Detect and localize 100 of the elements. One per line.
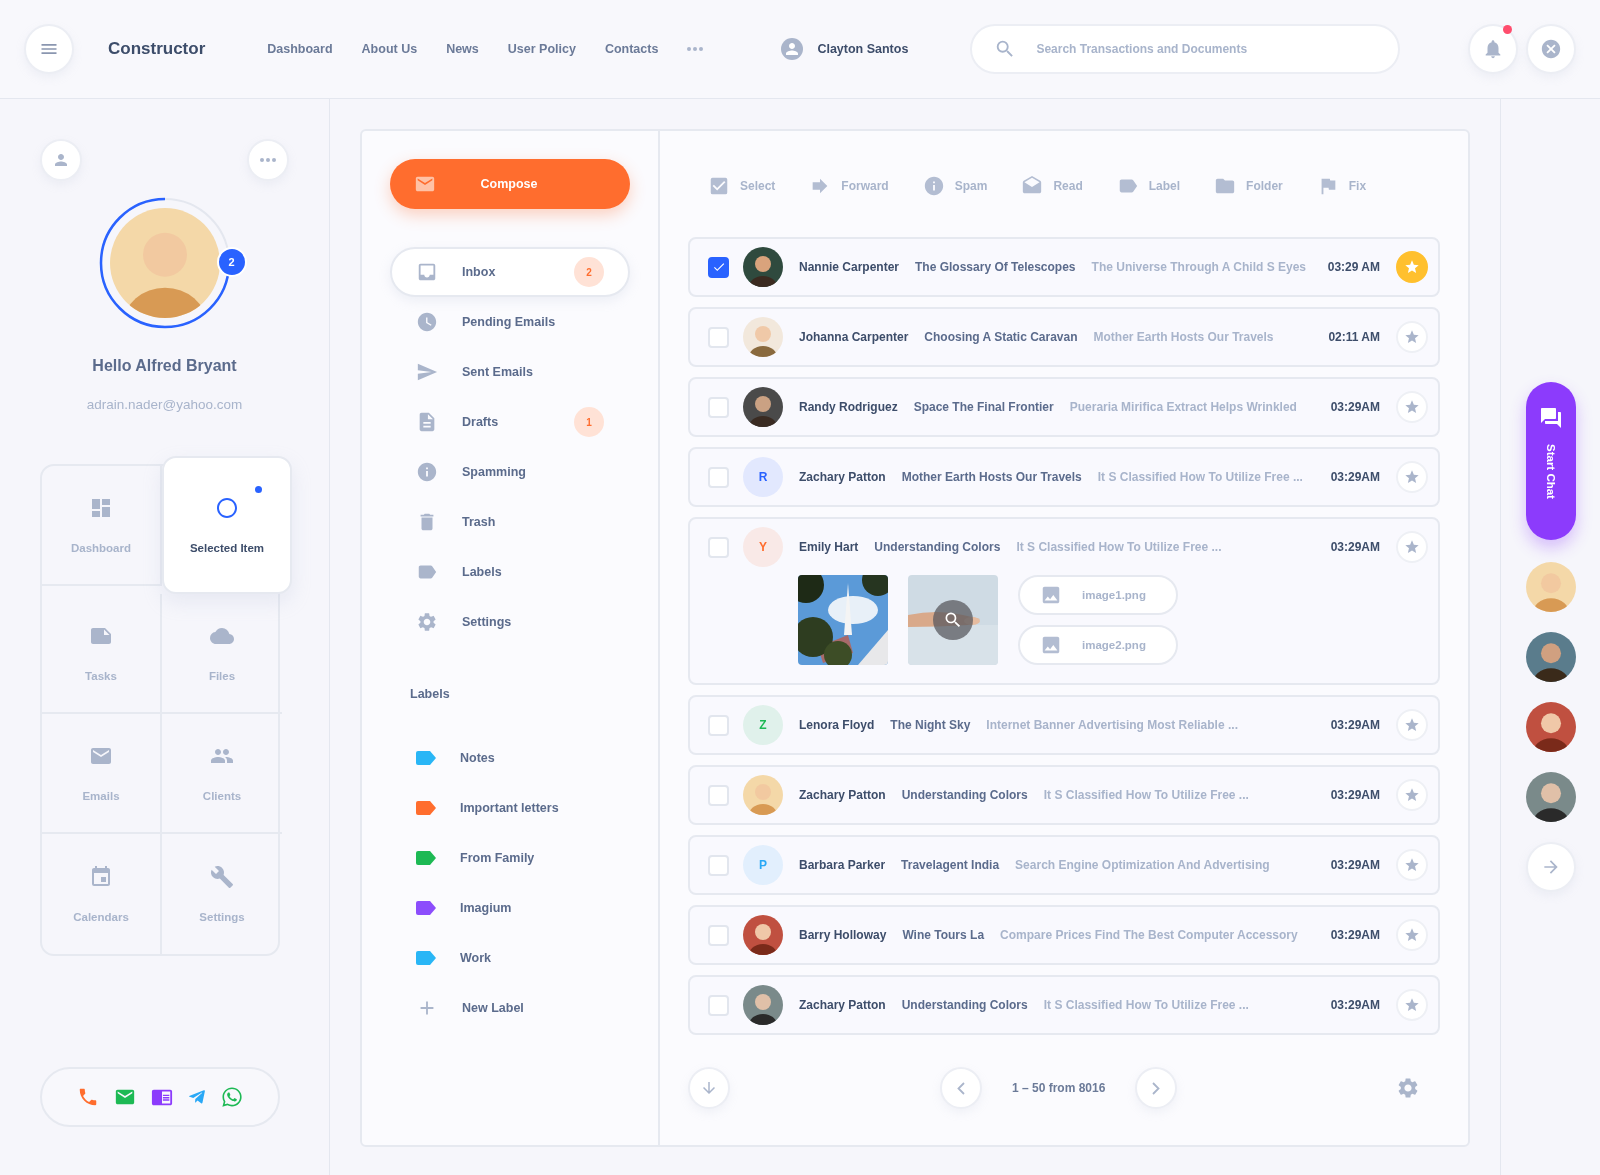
label-item[interactable]: Work [390,933,630,983]
email-row[interactable]: Nannie Carpenter The Glossary Of Telescopes The Universe Through A Child S Eyes 03:29 AM [688,237,1440,297]
email-preview: Pueraria Mirifica Extract Helps Wrinkled [1069,400,1297,414]
chat-icon [1538,406,1563,430]
phone-icon[interactable] [77,1086,99,1108]
notification-badge: 2 [216,247,247,277]
email-time: 03:29AM [1330,858,1380,872]
email-address: adrain.nader@yahoo.com [85,397,244,412]
checkbox-icon [708,175,730,197]
user-icon [781,38,804,60]
email-subject: Understanding Colors [901,998,1028,1012]
nav-tile[interactable]: Selected Item [162,456,292,594]
email-subject: Choosing A Static Caravan [924,330,1078,344]
info-icon [416,461,438,483]
sender-name: Nannie Carpenter [799,260,900,274]
email-preview: Internet Banner Advertising Most Reliable ... [986,718,1238,732]
arrow-down-icon [700,1079,718,1097]
email-time: 03:29AM [1330,718,1380,732]
status-dot [255,486,262,493]
user-name[interactable]: Clayton Santos [817,42,909,56]
close-icon [1540,38,1562,60]
folder-item[interactable]: Labels [390,547,630,597]
email-subject: Mother Earth Hosts Our Travels [901,470,1082,484]
avatar [743,775,783,815]
email-preview: The Universe Through A Child S Eyes [1091,260,1307,274]
nav-link[interactable]: About Us [361,42,418,56]
image-icon [1040,584,1062,606]
send-icon [416,361,438,383]
email-time: 03:29AM [1330,788,1380,802]
check-icon [711,260,726,274]
email-subject: The Glossary Of Telescopes [915,260,1076,274]
avatar-initial: Y [743,527,783,567]
avatar [1525,632,1576,682]
previous-page-button[interactable] [940,1067,982,1109]
folder-item[interactable]: Pending Emails [390,297,630,347]
page-range: 1 – 50 from 8016 [1012,1081,1106,1095]
scroll-down-button[interactable] [688,1067,730,1109]
star-icon [1404,927,1420,943]
inbox-icon [416,261,438,283]
sender-name: Zachary Patton [799,998,886,1012]
profile-button[interactable] [40,139,82,181]
start-chat-button[interactable]: Start Chat [1525,382,1576,540]
avatar [1525,772,1576,822]
paper-plane-icon[interactable] [188,1088,206,1106]
sender-name: Zachary Patton [799,470,886,484]
more-icon[interactable] [687,47,704,51]
email-time: 02:11 AM [1328,330,1380,344]
avatar-initial: P [743,845,783,885]
nav-link[interactable]: News [446,42,479,56]
label-item[interactable]: Important letters [390,783,630,833]
email-subject: Understanding Colors [874,540,1001,554]
dashboard-icon [89,496,113,520]
menu-button[interactable] [24,24,74,74]
label-item[interactable]: Imagium [390,883,630,933]
folder-item[interactable]: Settings [390,597,630,647]
star-icon [1404,259,1420,275]
nav-link[interactable]: User Policy [507,42,576,56]
email-subject: Space The Final Frontier [913,400,1054,414]
star-icon [1404,787,1420,803]
avatar [743,915,783,955]
email-preview: It S Classified How To Utilize Free ... [1043,788,1249,802]
sender-name: Zachary Patton [799,788,886,802]
email-preview: It S Classified How To Utilize Free ... [1043,998,1249,1012]
chevron-left-icon [957,1081,965,1095]
nav-link[interactable]: Contacts [604,42,659,56]
settings-icon[interactable] [1396,1076,1420,1100]
avatar [1525,702,1576,752]
notifications-button[interactable] [1468,24,1518,74]
email-subject: Travelagent India [901,858,1000,872]
image-icon [1040,634,1062,656]
star-button[interactable] [1396,251,1428,283]
search-field[interactable]: Search Transactions and Documents [970,24,1401,74]
compose-button[interactable]: Compose [390,159,630,209]
email-subject: Wine Tours La [902,928,985,942]
nav-link[interactable]: Dashboard [267,42,333,56]
count-badge: 2 [574,257,604,287]
email-preview: Search Engine Optimization And Advertising [1015,858,1270,872]
folder-item[interactable]: Inbox 2 [390,247,630,297]
search-icon [943,610,963,630]
folder-item[interactable]: Drafts 1 [390,397,630,447]
folder-item[interactable]: Spamming [390,447,630,497]
email-row[interactable]: Y Emily Hart Understanding Colors It S Classified How To Utilize Free ... 03:29AM image1.png image2.png [688,517,1440,685]
sender-name: Barbara Parker [799,858,886,872]
more-button[interactable] [247,139,289,181]
sender-name: Emily Hart [799,540,859,554]
checkbox[interactable] [708,256,729,278]
folder-item[interactable]: Trash [390,497,630,547]
next-page-button[interactable] [1135,1067,1178,1109]
chat-icon[interactable] [221,1086,243,1108]
label-item[interactable]: Notes [390,733,630,783]
avatar [743,387,783,427]
star-icon [1404,717,1420,733]
more-icon [260,158,276,162]
label-item[interactable]: From Family [390,833,630,883]
new-label-button[interactable]: New Label [390,983,630,1033]
star-icon [1404,539,1420,555]
greeting: Hello Alfred Bryant [91,357,238,375]
folder-item[interactable]: Sent Emails [390,347,630,397]
close-button[interactable] [1526,24,1576,74]
star-icon [1404,329,1420,345]
